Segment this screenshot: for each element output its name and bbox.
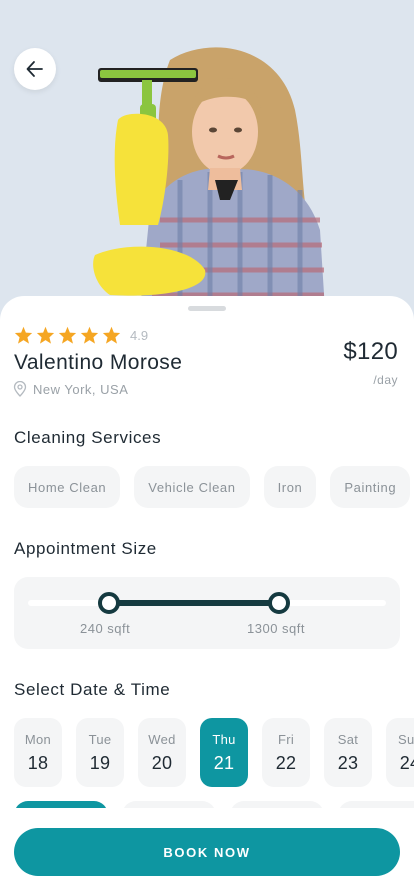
day-fri[interactable]: Fri 22	[262, 718, 310, 787]
price-unit: /day	[373, 373, 398, 387]
hero-section	[0, 0, 414, 330]
day-selector: Mon 18 Tue 19 Wed 20 Thu 21 Fri 22 Sat 2…	[14, 718, 414, 787]
day-number: 24	[399, 753, 414, 773]
cleaner-name: Valentino Morose	[14, 351, 183, 374]
day-thu[interactable]: Thu 21	[200, 718, 248, 787]
day-name: Wed	[148, 732, 176, 747]
book-now-button[interactable]: BOOK NOW	[14, 828, 400, 876]
arrow-left-icon	[26, 61, 43, 77]
drag-handle[interactable]	[188, 306, 226, 311]
day-name: Tue	[88, 732, 112, 747]
min-size-label: 240 sqft	[80, 621, 131, 636]
day-number: 21	[213, 753, 235, 773]
star-icon	[14, 326, 33, 344]
day-number: 22	[275, 753, 297, 773]
day-sat[interactable]: Sat 23	[324, 718, 372, 787]
price: $120	[343, 338, 398, 365]
footer-bar: BOOK NOW	[0, 808, 414, 896]
star-icon	[102, 326, 121, 344]
details-sheet: 4.9 Valentino Morose New York, USA $120 …	[0, 296, 414, 896]
appointment-title: Appointment Size	[14, 539, 157, 558]
day-name: Sun	[397, 732, 414, 747]
service-chip-iron[interactable]: Iron	[263, 466, 317, 508]
size-range-slider: 240 sqft 1300 sqft	[14, 577, 400, 649]
location-pin-icon	[13, 381, 27, 397]
back-button[interactable]	[14, 48, 56, 90]
day-mon[interactable]: Mon 18	[14, 718, 62, 787]
day-sun[interactable]: Sun 24	[386, 718, 414, 787]
service-chip-vehicle-clean[interactable]: Vehicle Clean	[134, 466, 250, 508]
services-list: Home Clean Vehicle Clean Iron Painting	[14, 466, 411, 508]
service-chip-painting[interactable]: Painting	[330, 466, 411, 508]
services-title: Cleaning Services	[14, 428, 162, 447]
day-name: Fri	[277, 732, 295, 747]
rating-value: 4.9	[130, 327, 149, 343]
service-chip-home-clean[interactable]: Home Clean	[14, 466, 121, 508]
day-number: 18	[27, 753, 49, 773]
day-number: 23	[337, 753, 359, 773]
day-number: 20	[151, 753, 173, 773]
star-rating: 4.9	[14, 326, 148, 344]
slider-max-handle[interactable]	[268, 592, 290, 614]
day-name: Mon	[24, 732, 52, 747]
location-text: New York, USA	[33, 381, 129, 397]
slider-fill	[109, 600, 279, 606]
day-name: Thu	[212, 732, 236, 747]
star-icon	[80, 326, 99, 344]
location: New York, USA	[13, 381, 128, 397]
day-tue[interactable]: Tue 19	[76, 718, 124, 787]
schedule-title: Select Date & Time	[14, 680, 171, 699]
slider-min-handle[interactable]	[98, 592, 120, 614]
day-wed[interactable]: Wed 20	[138, 718, 186, 787]
day-name: Sat	[337, 732, 359, 747]
star-icon	[58, 326, 77, 344]
day-number: 19	[89, 753, 111, 773]
cleaner-photo	[93, 47, 325, 310]
star-icon	[36, 326, 55, 344]
max-size-label: 1300 sqft	[247, 621, 305, 636]
